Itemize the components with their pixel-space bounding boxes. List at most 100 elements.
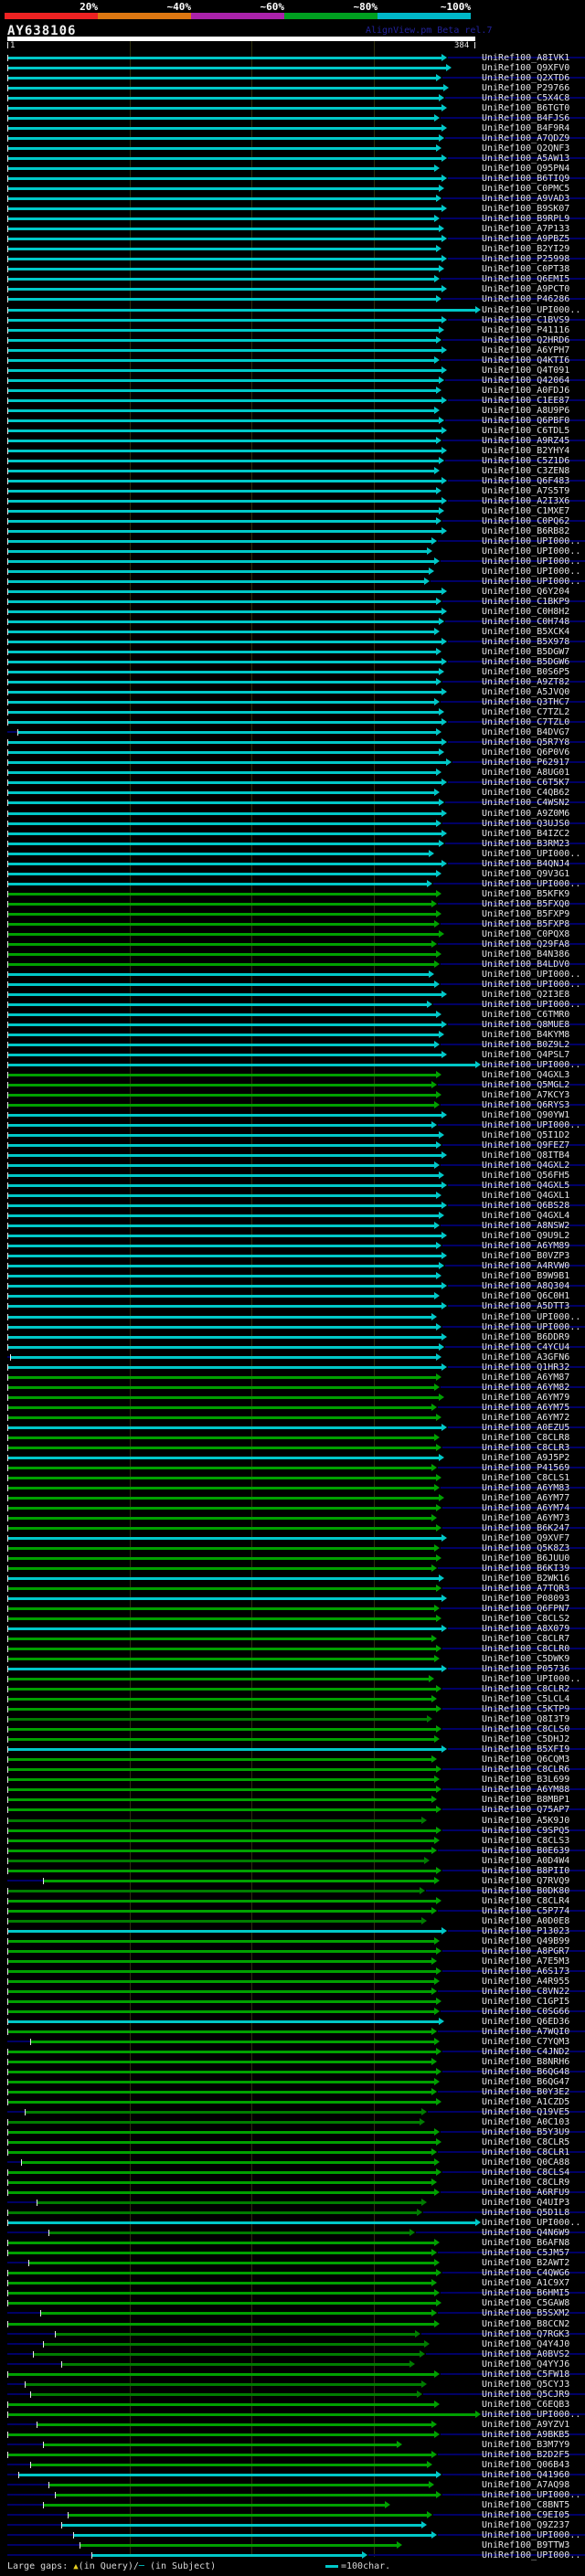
hit-label[interactable]: UniRef100_A7AQ98: [482, 2480, 569, 2490]
hit-bar[interactable]: [8, 853, 429, 855]
hit-label[interactable]: UniRef100_B6TGT0: [482, 103, 569, 113]
hit-label[interactable]: UniRef100_A6YM74: [482, 1503, 569, 1513]
hit-label[interactable]: UniRef100_A5DTT3: [482, 1301, 569, 1311]
hit-bar[interactable]: [8, 268, 439, 270]
hit-label[interactable]: UniRef100_B4FJS6: [482, 113, 569, 123]
hit-bar[interactable]: [37, 2201, 421, 2204]
hit-bar[interactable]: [8, 1597, 441, 1600]
hit-bar[interactable]: [8, 1265, 439, 1267]
hit-label[interactable]: UniRef100_Q90YW1: [482, 1110, 569, 1120]
hit-label[interactable]: UniRef100_UPI000..: [482, 2490, 580, 2500]
hit-bar[interactable]: [8, 1587, 436, 1590]
hit-bar[interactable]: [8, 1497, 439, 1500]
hit-bar[interactable]: [8, 2272, 436, 2274]
hit-label[interactable]: UniRef100_Q6EMI5: [482, 274, 569, 284]
hit-bar[interactable]: [8, 1748, 441, 1751]
hit-label[interactable]: UniRef100_A6YM82: [482, 1383, 569, 1393]
hit-bar[interactable]: [8, 1094, 436, 1097]
hit-label[interactable]: UniRef100_Q4Y4J0: [482, 2339, 569, 2349]
hit-label[interactable]: UniRef100_A4R955: [482, 1977, 569, 1987]
hit-bar[interactable]: [8, 339, 436, 342]
hit-label[interactable]: UniRef100_B0Y3E2: [482, 2087, 569, 2097]
hit-label[interactable]: UniRef100_A8IVK1: [482, 53, 569, 63]
hit-bar[interactable]: [8, 2051, 436, 2053]
hit-label[interactable]: UniRef100_B3L699: [482, 1775, 569, 1785]
hit-bar[interactable]: [8, 1386, 434, 1389]
hit-bar[interactable]: [8, 631, 434, 633]
hit-label[interactable]: UniRef100_C5JM57: [482, 2248, 569, 2258]
hit-label[interactable]: UniRef100_B6QG48: [482, 2067, 569, 2077]
hit-label[interactable]: UniRef100_B8NRH6: [482, 2057, 569, 2067]
hit-bar[interactable]: [8, 2141, 436, 2144]
hit-bar[interactable]: [8, 369, 441, 372]
hit-bar[interactable]: [8, 1114, 441, 1117]
hit-bar[interactable]: [8, 1768, 436, 1771]
hit-label[interactable]: UniRef100_A9Z0M6: [482, 809, 569, 819]
hit-label[interactable]: UniRef100_C1EE87: [482, 396, 569, 406]
hit-bar[interactable]: [8, 248, 436, 250]
hit-label[interactable]: UniRef100_B5XFI9: [482, 1744, 569, 1754]
hit-label[interactable]: UniRef100_B9TTW3: [482, 2540, 569, 2550]
hit-label[interactable]: UniRef100_Q2HRD6: [482, 335, 569, 345]
hit-label[interactable]: UniRef100_C8CLR5: [482, 2137, 569, 2147]
hit-label[interactable]: UniRef100_A6YM83: [482, 1483, 569, 1493]
hit-bar[interactable]: [8, 1527, 436, 1530]
hit-label[interactable]: UniRef100_UPI000..: [482, 980, 580, 990]
hit-bar[interactable]: [34, 2353, 420, 2356]
hit-bar[interactable]: [8, 177, 441, 180]
hit-label[interactable]: UniRef100_A0D0E8: [482, 1916, 569, 1926]
hit-label[interactable]: UniRef100_A7TQR3: [482, 1584, 569, 1594]
hit-label[interactable]: UniRef100_B6TIQ9: [482, 174, 569, 184]
hit-bar[interactable]: [8, 1537, 441, 1540]
hit-label[interactable]: UniRef100_B6RB82: [482, 526, 569, 536]
hit-label[interactable]: UniRef100_UPI000..: [482, 1674, 580, 1684]
hit-bar[interactable]: [8, 993, 441, 996]
hit-label[interactable]: UniRef100_B2D2F5: [482, 2450, 569, 2460]
hit-bar[interactable]: [8, 1134, 439, 1137]
hit-bar[interactable]: [8, 1910, 431, 1913]
hit-label[interactable]: UniRef100_C8CLR6: [482, 1765, 569, 1775]
hit-label[interactable]: UniRef100_C8BNT5: [482, 2500, 569, 2510]
hit-label[interactable]: UniRef100_C8CLR3: [482, 1443, 569, 1453]
hit-bar[interactable]: [8, 570, 429, 573]
hit-bar[interactable]: [8, 1900, 436, 1903]
hit-label[interactable]: UniRef100_A0BVS2: [482, 2349, 569, 2359]
hit-label[interactable]: UniRef100_A9VAD3: [482, 194, 569, 204]
hit-bar[interactable]: [8, 580, 424, 583]
hit-bar[interactable]: [8, 1577, 439, 1580]
hit-bar[interactable]: [8, 1204, 441, 1207]
hit-bar[interactable]: [8, 781, 441, 784]
hit-bar[interactable]: [8, 691, 441, 694]
hit-bar[interactable]: [69, 2514, 427, 2517]
hit-label[interactable]: UniRef100_C5DHJ2: [482, 1734, 569, 1744]
hit-label[interactable]: UniRef100_Q5R7Y8: [482, 737, 569, 747]
hit-bar[interactable]: [8, 863, 441, 865]
hit-bar[interactable]: [8, 359, 434, 362]
hit-label[interactable]: UniRef100_A6YM73: [482, 1513, 569, 1523]
hit-bar[interactable]: [8, 1054, 441, 1056]
hit-label[interactable]: UniRef100_Q75AP7: [482, 1805, 569, 1815]
hit-label[interactable]: UniRef100_C7YQM3: [482, 2037, 569, 2047]
hit-label[interactable]: UniRef100_B8MBP1: [482, 1795, 569, 1805]
hit-bar[interactable]: [8, 490, 436, 493]
hit-label[interactable]: UniRef100_C8CLS3: [482, 1836, 569, 1846]
hit-bar[interactable]: [8, 1194, 436, 1197]
hit-bar[interactable]: [8, 207, 441, 210]
hit-bar[interactable]: [8, 57, 441, 59]
hit-label[interactable]: UniRef100_Q9U9L2: [482, 1231, 569, 1241]
hit-label[interactable]: UniRef100_A5K9J0: [482, 1816, 569, 1826]
hit-label[interactable]: UniRef100_A8U9P6: [482, 406, 569, 416]
hit-label[interactable]: UniRef100_B0S6P5: [482, 667, 569, 677]
hit-label[interactable]: UniRef100_C5Z1D6: [482, 456, 569, 466]
hit-bar[interactable]: [8, 67, 446, 69]
hit-label[interactable]: UniRef100_B5FXP8: [482, 919, 569, 929]
hit-label[interactable]: UniRef100_Q4PSL7: [482, 1050, 569, 1060]
hit-bar[interactable]: [8, 500, 441, 503]
hit-bar[interactable]: [8, 1607, 434, 1610]
hit-label[interactable]: UniRef100_Q9XVF7: [482, 1533, 569, 1543]
hit-bar[interactable]: [8, 2061, 431, 2063]
hit-label[interactable]: UniRef100_A6YM77: [482, 1493, 569, 1503]
hit-label[interactable]: UniRef100_UPI000..: [482, 577, 580, 587]
hit-bar[interactable]: [8, 1708, 436, 1711]
hit-bar[interactable]: [8, 711, 439, 714]
